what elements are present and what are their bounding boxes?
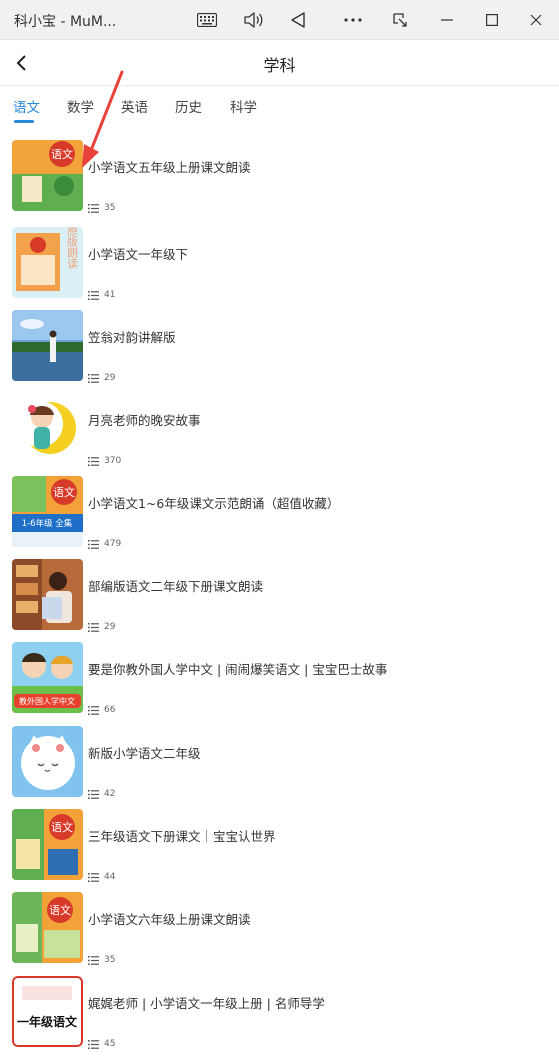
- list-item[interactable]: 一年级语文 娓娓老师 | 小学语文一年级上册 | 名师导学 45: [0, 976, 559, 1059]
- list-icon: [88, 872, 99, 882]
- album-cover: [12, 726, 83, 797]
- list-icon: [88, 955, 99, 965]
- item-title: 三年级语文下册课文｜宝宝认世界: [88, 829, 276, 844]
- album-cover: 语文 1-6年级 全集: [12, 476, 83, 547]
- list-item[interactable]: 新版小学语文二年级 42: [0, 726, 559, 809]
- album-cover: [12, 393, 83, 464]
- item-title: 部编版语文二年级下册课文朗读: [88, 579, 264, 594]
- list-item[interactable]: 语文 小学语文五年级上册课文朗读 35: [0, 140, 559, 223]
- list-item[interactable]: 部编版语文二年级下册课文朗读 29: [0, 559, 559, 642]
- album-cover: 原版朗读: [12, 227, 83, 298]
- item-title: 小学语文1~6年级课文示范朗诵（超值收藏）: [88, 496, 340, 511]
- track-count: 29: [88, 371, 115, 385]
- album-cover: 语文: [12, 140, 83, 211]
- back-triangle-icon[interactable]: [278, 0, 318, 40]
- list-icon: [88, 203, 99, 213]
- tab-math[interactable]: 数学: [67, 96, 94, 120]
- tab-history[interactable]: 历史: [175, 96, 202, 120]
- volume-icon[interactable]: [233, 0, 273, 40]
- list-icon: [88, 456, 99, 466]
- track-count: 45: [88, 1037, 115, 1051]
- item-title: 娓娓老师 | 小学语文一年级上册 | 名师导学: [88, 996, 325, 1011]
- app-header: 学科: [0, 40, 559, 86]
- album-cover: 语文: [12, 809, 83, 880]
- list-icon: [88, 1039, 99, 1049]
- item-title: 要是你教外国人学中文 | 闹闹爆笑语文 | 宝宝巴士故事: [88, 662, 388, 677]
- close-icon[interactable]: [516, 0, 556, 40]
- list-icon: [88, 373, 99, 383]
- window-title: 科小宝 - MuM...: [14, 14, 117, 30]
- item-title: 新版小学语文二年级: [88, 746, 201, 761]
- track-count: 370: [88, 454, 121, 468]
- cover-text: 语文: [53, 485, 75, 499]
- subject-tabs: 语文 数学 英语 历史 科学: [0, 86, 559, 128]
- album-cover: 教外国人学中文: [12, 642, 83, 713]
- list-icon: [88, 789, 99, 799]
- list-icon: [88, 622, 99, 632]
- item-title: 笠翁对韵讲解版: [88, 330, 176, 345]
- track-count: 41: [88, 288, 115, 302]
- minimize-icon[interactable]: [427, 0, 467, 40]
- album-cover: 语文: [12, 892, 83, 963]
- track-count: 66: [88, 703, 115, 717]
- maximize-icon[interactable]: [472, 0, 512, 40]
- cover-text: 语文: [51, 147, 73, 161]
- item-title: 小学语文五年级上册课文朗读: [88, 160, 251, 175]
- track-count: 35: [88, 953, 115, 967]
- track-count: 44: [88, 870, 115, 884]
- list-item[interactable]: 月亮老师的晚安故事 370: [0, 393, 559, 476]
- list-item[interactable]: 教外国人学中文 要是你教外国人学中文 | 闹闹爆笑语文 | 宝宝巴士故事 66: [0, 642, 559, 725]
- tab-chinese[interactable]: 语文: [13, 96, 40, 120]
- track-count: 35: [88, 201, 115, 215]
- cover-text: 原版朗读: [66, 227, 79, 270]
- item-title: 月亮老师的晚安故事: [88, 413, 201, 428]
- album-cover: [12, 310, 83, 381]
- active-tab-indicator: [14, 120, 34, 123]
- track-count: 479: [88, 537, 121, 551]
- list-icon: [88, 539, 99, 549]
- page-title: 学科: [263, 56, 296, 75]
- cover-banner: 1-6年级 全集: [22, 518, 73, 529]
- window-titlebar: 科小宝 - MuM...: [0, 0, 559, 40]
- track-count: 42: [88, 787, 115, 801]
- pin-icon[interactable]: [380, 0, 420, 40]
- tab-english[interactable]: 英语: [121, 96, 148, 120]
- cover-text: 语文: [49, 903, 71, 917]
- keyboard-icon[interactable]: [187, 0, 227, 40]
- cover-text: 语文: [51, 820, 73, 834]
- item-title: 小学语文一年级下: [88, 247, 189, 262]
- tab-science[interactable]: 科学: [230, 96, 257, 120]
- item-title: 小学语文六年级上册课文朗读: [88, 912, 251, 927]
- more-icon[interactable]: [333, 0, 373, 40]
- album-cover: 一年级语文: [12, 976, 83, 1047]
- album-cover: [12, 559, 83, 630]
- cover-text: 一年级语文: [17, 1014, 78, 1029]
- list-item[interactable]: 语文 1-6年级 全集 小学语文1~6年级课文示范朗诵（超值收藏） 479: [0, 476, 559, 559]
- list-item[interactable]: 语文 小学语文六年级上册课文朗读 35: [0, 892, 559, 975]
- list-item[interactable]: 语文 三年级语文下册课文｜宝宝认世界 44: [0, 809, 559, 892]
- track-count: 29: [88, 620, 115, 634]
- list-icon: [88, 290, 99, 300]
- cover-text: 教外国人学中文: [19, 696, 75, 706]
- list-icon: [88, 705, 99, 715]
- list-item[interactable]: 原版朗读 小学语文一年级下 41: [0, 227, 559, 310]
- list-item[interactable]: 笠翁对韵讲解版 29: [0, 310, 559, 393]
